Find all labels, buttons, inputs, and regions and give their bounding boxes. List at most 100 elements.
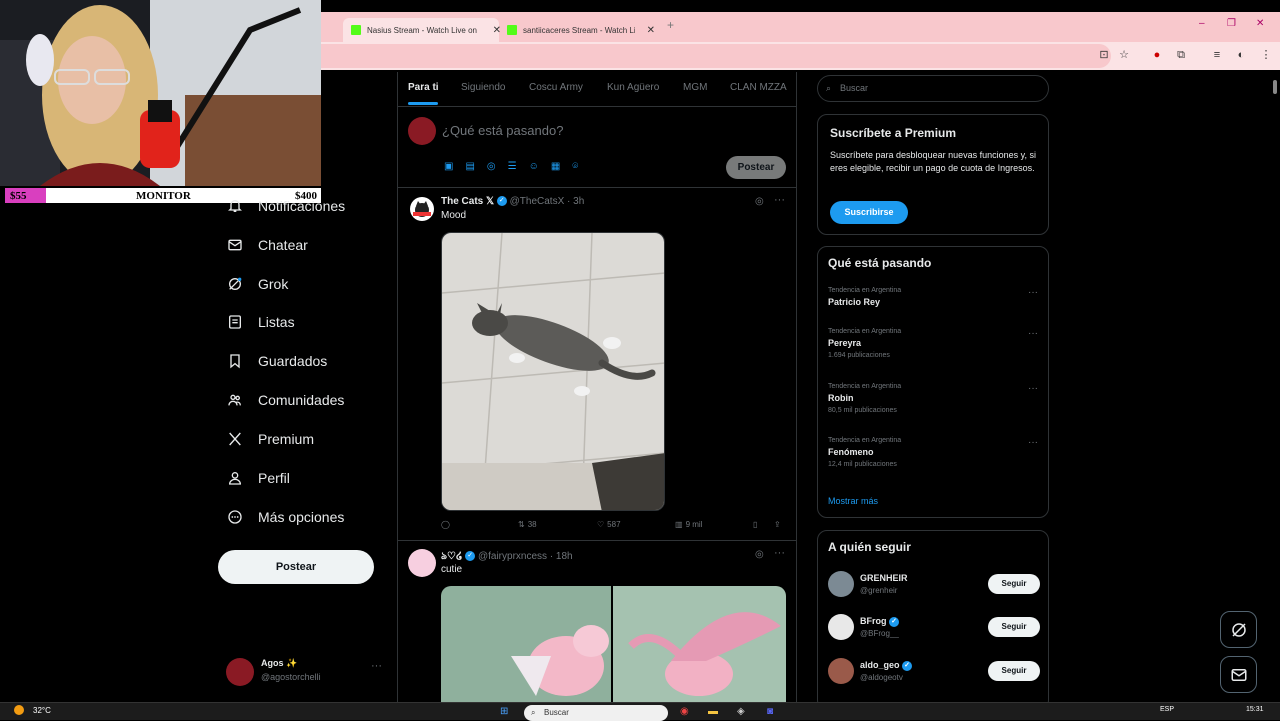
follow-suggestion[interactable]: GRENHEIR @grenheir Seguir bbox=[828, 571, 1040, 601]
new-tab-button[interactable]: + bbox=[667, 18, 674, 32]
weather-icon[interactable] bbox=[14, 705, 24, 715]
tab-kun-aguero[interactable]: Kun Agüero bbox=[607, 82, 659, 93]
opera-icon[interactable]: ● bbox=[1150, 48, 1164, 62]
file-explorer-icon[interactable]: ▬ bbox=[708, 706, 718, 717]
more-icon[interactable]: ··· bbox=[1028, 328, 1038, 339]
bookmark-button[interactable]: ▯ bbox=[753, 520, 757, 529]
weather-temp[interactable]: 32°C bbox=[33, 706, 51, 715]
show-more-link[interactable]: Mostrar más bbox=[828, 496, 878, 506]
tab-coscu-army[interactable]: Coscu Army bbox=[529, 82, 583, 93]
browser-tab[interactable]: Nasius Stream - Watch Live on ✕ bbox=[343, 18, 501, 42]
messages-float-button[interactable] bbox=[1220, 656, 1257, 693]
follow-button[interactable]: Seguir bbox=[988, 574, 1040, 594]
more-icon[interactable]: ··· bbox=[774, 547, 785, 559]
nav-item-notificaciones[interactable]: Notificaciones bbox=[226, 191, 345, 221]
account-switcher[interactable]: Agos ✨ @agostorchelli ··· bbox=[226, 656, 386, 688]
nav-item-premium[interactable]: Premium bbox=[226, 424, 314, 454]
like-button[interactable]: ♡ 587 bbox=[597, 520, 621, 529]
reply-button[interactable]: ◯ bbox=[441, 520, 450, 529]
location-icon[interactable]: ⌾ bbox=[572, 161, 578, 172]
repost-button[interactable]: ⇅ 38 bbox=[518, 520, 537, 529]
active-tab-indicator bbox=[408, 102, 438, 105]
premium-body: Suscríbete para desbloquear nuevas funci… bbox=[830, 150, 1036, 173]
more-icon[interactable]: ··· bbox=[1028, 383, 1038, 394]
more-icon[interactable]: ··· bbox=[1028, 437, 1038, 448]
discord-icon[interactable]: ◙ bbox=[767, 706, 773, 717]
post-author[interactable]: ঌ♡໒ bbox=[441, 551, 462, 562]
image-icon[interactable]: ▣ bbox=[444, 161, 453, 172]
reply-icon: ◯ bbox=[441, 520, 450, 529]
more-icon[interactable]: ··· bbox=[774, 194, 785, 206]
page-scrollbar[interactable] bbox=[1270, 72, 1280, 702]
composer-input[interactable]: ¿Qué está pasando? bbox=[442, 123, 563, 138]
tab-siguiendo[interactable]: Siguiendo bbox=[461, 82, 505, 93]
taskbar-search[interactable]: ⌕ Buscar bbox=[524, 705, 668, 721]
post-handle[interactable]: @TheCatsX bbox=[510, 196, 565, 207]
nav-item-listas[interactable]: Listas bbox=[226, 307, 295, 337]
post-button[interactable]: Postear bbox=[218, 550, 374, 584]
scrollbar-thumb[interactable] bbox=[1273, 80, 1277, 94]
clock[interactable]: 15:31 bbox=[1246, 706, 1264, 713]
more-icon[interactable]: ··· bbox=[1028, 287, 1038, 298]
nav-item-guardados[interactable]: Guardados bbox=[226, 346, 327, 376]
trend-item[interactable]: Tendencia en Argentina Pereyra 1.694 pub… bbox=[828, 328, 901, 359]
nav-item-grok[interactable]: Grok bbox=[226, 269, 288, 299]
grok-icon[interactable]: ◎ bbox=[755, 196, 764, 207]
follow-suggestion[interactable]: aldo_geo ✓ @aldogeotv Seguir bbox=[828, 658, 1040, 688]
grok-icon[interactable]: ◎ bbox=[487, 161, 496, 172]
composer-post-button[interactable]: Postear bbox=[726, 156, 786, 179]
post-author[interactable]: The Cats 𝕏 bbox=[441, 196, 494, 207]
trend-item[interactable]: Tendencia en Argentina Patricio Rey bbox=[828, 287, 901, 307]
search-input[interactable]: ⌕ Buscar bbox=[817, 75, 1049, 102]
post-image[interactable] bbox=[441, 232, 665, 511]
post-time[interactable]: · 18h bbox=[550, 551, 573, 562]
bookmark-icon: ▯ bbox=[753, 520, 758, 529]
tab-para-ti[interactable]: Para ti bbox=[408, 82, 439, 93]
extensions-icon[interactable]: ⧉ bbox=[1174, 48, 1188, 62]
trend-item[interactable]: Tendencia en Argentina Fenómeno 12,4 mil… bbox=[828, 437, 901, 468]
nav-item-chatear[interactable]: Chatear bbox=[226, 230, 308, 260]
trend-item[interactable]: Tendencia en Argentina Robin 80,5 mil pu… bbox=[828, 383, 901, 414]
star-icon[interactable]: ☆ bbox=[1117, 48, 1131, 62]
browser-menu-icon[interactable]: ⋮ bbox=[1259, 48, 1273, 62]
post-handle[interactable]: @fairyprxncess bbox=[478, 551, 547, 562]
follow-button[interactable]: Seguir bbox=[988, 661, 1040, 681]
grok-icon[interactable]: ◎ bbox=[755, 549, 764, 560]
post-image[interactable] bbox=[441, 586, 786, 702]
more-icon[interactable]: ··· bbox=[371, 660, 382, 672]
nav-item-comunidades[interactable]: Comunidades bbox=[226, 385, 344, 415]
views-button[interactable]: ▥ 9 mil bbox=[675, 520, 702, 529]
close-tab-icon[interactable]: ✕ bbox=[647, 25, 655, 36]
browser-tab[interactable]: santiicaceres Stream - Watch Li ✕ bbox=[507, 18, 655, 42]
windows-start-icon[interactable]: ⊞ bbox=[500, 706, 508, 717]
tab-clan-mzza[interactable]: CLAN MZZA bbox=[730, 82, 787, 93]
follow-suggestion[interactable]: BFrog ✓ @BFrog__ Seguir bbox=[828, 614, 1040, 644]
install-app-icon[interactable]: ⊡ bbox=[1097, 48, 1111, 62]
follow-button[interactable]: Seguir bbox=[988, 617, 1040, 637]
tab-mgm[interactable]: MGM bbox=[683, 82, 707, 93]
profile-icon[interactable]: ◐ bbox=[1234, 48, 1248, 62]
subscribe-button[interactable]: Suscribirse bbox=[830, 201, 908, 224]
close-window-button[interactable]: ✕ bbox=[1256, 18, 1264, 29]
close-tab-icon[interactable]: ✕ bbox=[493, 25, 501, 36]
nav-item-perfil[interactable]: Perfil bbox=[226, 463, 290, 493]
minimize-button[interactable]: – bbox=[1199, 18, 1205, 29]
poll-icon[interactable]: ☰ bbox=[508, 161, 517, 172]
language-indicator[interactable]: ESP bbox=[1160, 706, 1174, 713]
post-time[interactable]: · 3h bbox=[567, 196, 584, 207]
premium-title: Suscríbete a Premium bbox=[830, 126, 957, 140]
gif-icon[interactable]: ▤ bbox=[465, 161, 474, 172]
grok-float-button[interactable] bbox=[1220, 611, 1257, 648]
chrome-app-icon[interactable]: ◉ bbox=[680, 706, 689, 717]
schedule-icon[interactable]: ▦ bbox=[551, 161, 560, 172]
address-bar[interactable] bbox=[321, 44, 1111, 68]
repost-icon: ⇅ bbox=[518, 520, 525, 529]
maximize-button[interactable]: ❐ bbox=[1227, 18, 1236, 29]
nav-item-mas-opciones[interactable]: Más opciones bbox=[226, 502, 344, 532]
who-to-follow-title: A quién seguir bbox=[828, 540, 911, 554]
share-button[interactable]: ⇪ bbox=[774, 520, 781, 529]
media-control-icon[interactable]: ≡ bbox=[1210, 48, 1224, 62]
emoji-icon[interactable]: ☺ bbox=[529, 161, 539, 172]
app-icon[interactable]: ◈ bbox=[737, 706, 745, 717]
grok-icon bbox=[226, 275, 244, 293]
